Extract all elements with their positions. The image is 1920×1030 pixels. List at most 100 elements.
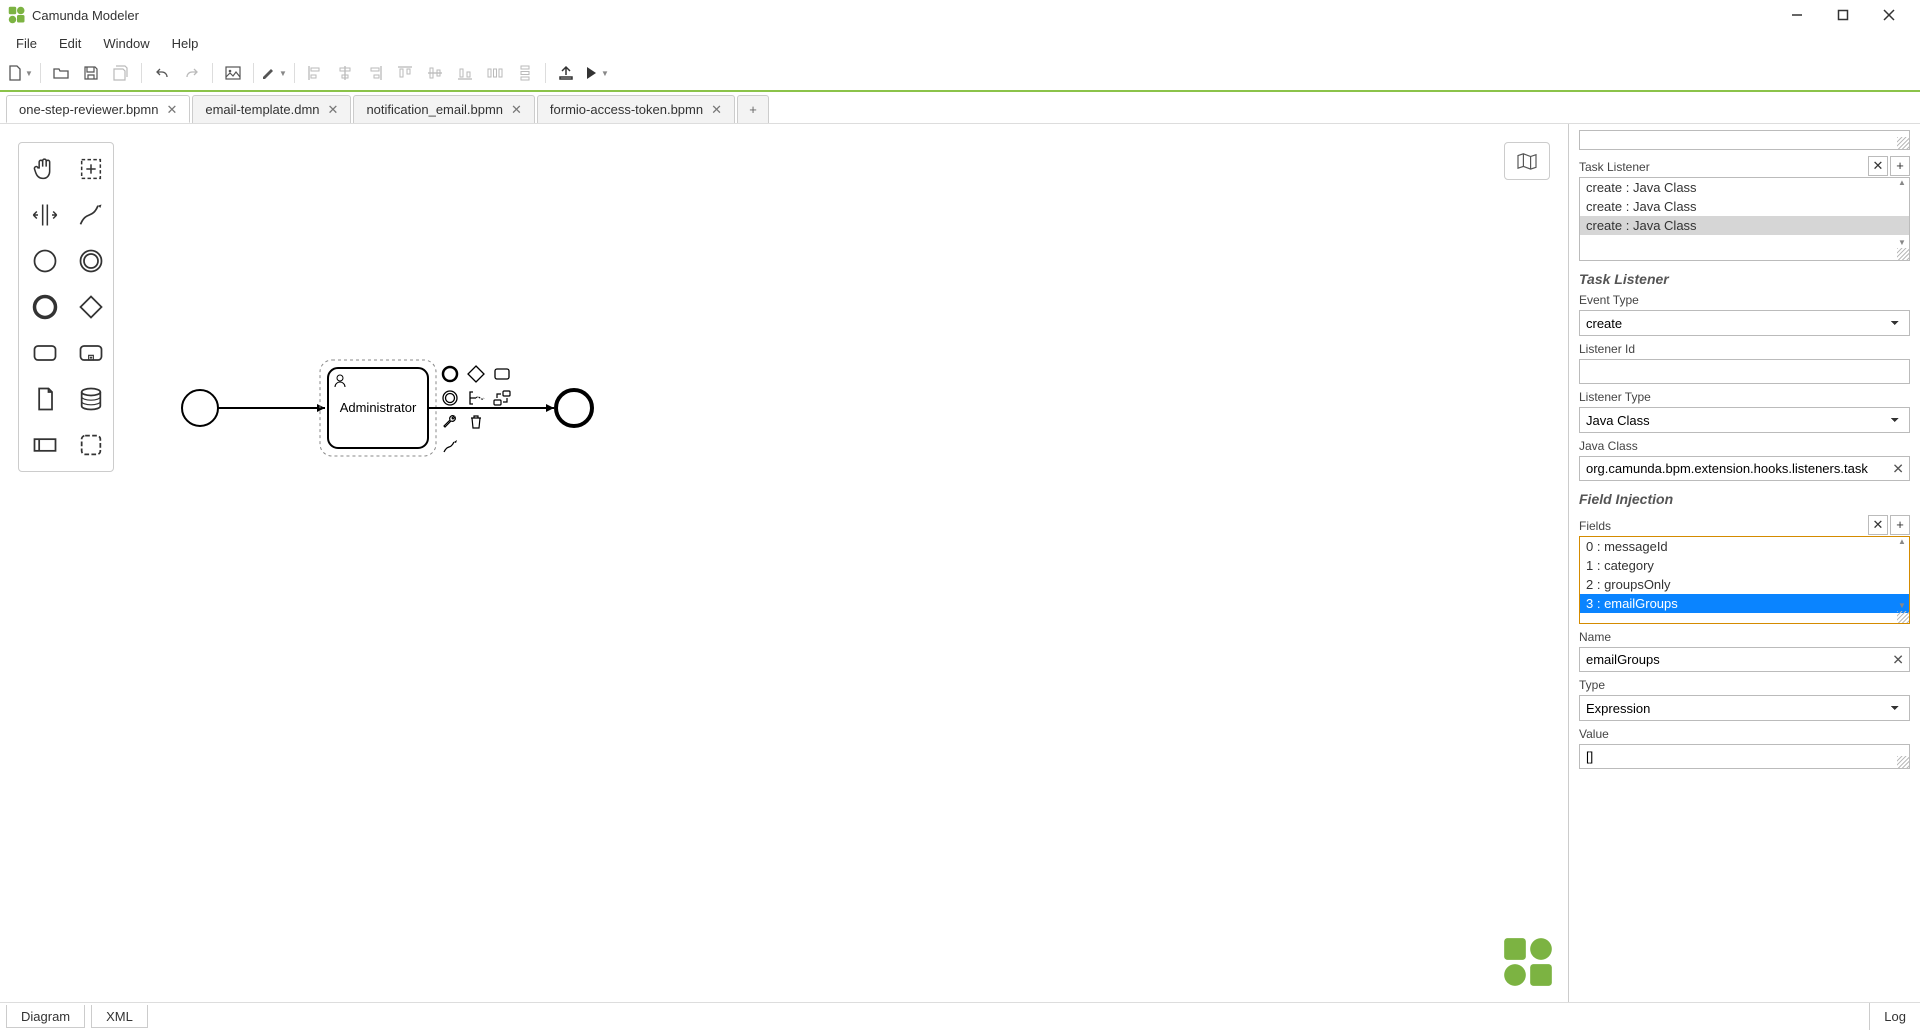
- hand-tool[interactable]: [25, 149, 65, 189]
- undo-button[interactable]: [148, 59, 176, 87]
- tab-one-step-reviewer[interactable]: one-step-reviewer.bpmn ✕: [6, 95, 190, 123]
- deploy-button[interactable]: [552, 59, 580, 87]
- remove-field-button[interactable]: ✕: [1868, 515, 1888, 535]
- field-name-input[interactable]: [1579, 647, 1910, 672]
- distribute-h-button[interactable]: [481, 59, 509, 87]
- window-minimize-button[interactable]: [1774, 0, 1820, 30]
- distribute-v-button[interactable]: [511, 59, 539, 87]
- resize-handle[interactable]: [1897, 137, 1909, 149]
- data-object-tool[interactable]: [25, 379, 65, 419]
- window-maximize-button[interactable]: [1820, 0, 1866, 30]
- lasso-tool[interactable]: [71, 149, 111, 189]
- open-file-button[interactable]: [47, 59, 75, 87]
- space-tool[interactable]: [25, 195, 65, 235]
- tab-email-template[interactable]: email-template.dmn ✕: [192, 95, 351, 123]
- minimap-toggle[interactable]: [1504, 142, 1550, 180]
- start-event-tool[interactable]: [25, 241, 65, 281]
- group-tool[interactable]: [71, 425, 111, 465]
- run-button[interactable]: ▼: [582, 59, 610, 87]
- list-item[interactable]: 1 : category: [1580, 556, 1909, 575]
- pool-tool[interactable]: [25, 425, 65, 465]
- remove-listener-button[interactable]: ✕: [1868, 156, 1888, 176]
- intermediate-event-tool[interactable]: [71, 241, 111, 281]
- app-title: Camunda Modeler: [32, 8, 139, 23]
- new-file-button[interactable]: ▼: [6, 59, 34, 87]
- add-listener-button[interactable]: +: [1890, 156, 1910, 176]
- list-item[interactable]: create : Java Class: [1580, 216, 1909, 235]
- listener-id-input[interactable]: [1579, 359, 1910, 384]
- list-item[interactable]: 2 : groupsOnly: [1580, 575, 1909, 594]
- tab-label: one-step-reviewer.bpmn: [19, 102, 158, 117]
- menu-edit[interactable]: Edit: [49, 33, 91, 54]
- align-right-button[interactable]: [361, 59, 389, 87]
- list-item[interactable]: create : Java Class: [1580, 197, 1909, 216]
- data-store-tool[interactable]: [71, 379, 111, 419]
- delete-element[interactable]: [466, 412, 486, 432]
- clear-name-button[interactable]: ✕: [1892, 651, 1904, 668]
- resize-handle[interactable]: [1897, 756, 1909, 768]
- menu-file[interactable]: File: [6, 33, 47, 54]
- listener-type-select[interactable]: Java Class: [1579, 407, 1910, 433]
- task-listener-list[interactable]: create : Java Class create : Java Class …: [1579, 177, 1910, 261]
- field-type-select[interactable]: Expression: [1579, 695, 1910, 721]
- color-button[interactable]: ▼: [260, 59, 288, 87]
- image-button[interactable]: [219, 59, 247, 87]
- gateway-tool[interactable]: [71, 287, 111, 327]
- save-button[interactable]: [77, 59, 105, 87]
- list-item[interactable]: 0 : messageId: [1580, 537, 1909, 556]
- field-name-label: Name: [1579, 630, 1910, 644]
- append-end-event[interactable]: [440, 364, 460, 384]
- event-type-select[interactable]: create: [1579, 310, 1910, 336]
- menu-window[interactable]: Window: [93, 33, 159, 54]
- tab-close-icon[interactable]: ✕: [711, 103, 722, 116]
- footer-tab-diagram[interactable]: Diagram: [6, 1005, 85, 1028]
- connect[interactable]: [440, 436, 460, 456]
- properties-panel-toggle[interactable]: Properties Panel: [1568, 364, 1569, 484]
- global-connect-tool[interactable]: [71, 195, 111, 235]
- footer-log-button[interactable]: Log: [1869, 1003, 1920, 1030]
- tab-label: notification_email.bpmn: [366, 102, 503, 117]
- menu-help[interactable]: Help: [162, 33, 209, 54]
- annotation[interactable]: [466, 388, 486, 408]
- append-gateway[interactable]: [466, 364, 486, 384]
- save-all-button[interactable]: [107, 59, 135, 87]
- canvas[interactable]: Administrator: [0, 124, 1568, 1002]
- task-label: Administrator: [340, 400, 417, 415]
- wrench-tool[interactable]: [440, 412, 460, 432]
- footer: Diagram XML Log: [0, 1002, 1920, 1030]
- tab-add-button[interactable]: +: [737, 95, 769, 123]
- align-center-button[interactable]: [331, 59, 359, 87]
- align-middle-button[interactable]: [421, 59, 449, 87]
- append-intermediate-event[interactable]: [440, 388, 460, 408]
- tab-notification-email[interactable]: notification_email.bpmn ✕: [353, 95, 534, 123]
- fields-list[interactable]: 0 : messageId 1 : category 2 : groupsOnl…: [1579, 536, 1910, 624]
- subprocess-tool[interactable]: [71, 333, 111, 373]
- java-class-input[interactable]: [1579, 456, 1910, 481]
- titlebar: Camunda Modeler: [0, 0, 1920, 30]
- footer-tab-xml[interactable]: XML: [91, 1005, 148, 1028]
- end-event-tool[interactable]: [25, 287, 65, 327]
- tab-formio-access-token[interactable]: formio-access-token.bpmn ✕: [537, 95, 735, 123]
- align-bottom-button[interactable]: [451, 59, 479, 87]
- field-type-label: Type: [1579, 678, 1910, 692]
- list-scrollbar[interactable]: ▲▼: [1895, 537, 1909, 610]
- align-left-button[interactable]: [301, 59, 329, 87]
- window-close-button[interactable]: [1866, 0, 1912, 30]
- align-top-button[interactable]: [391, 59, 419, 87]
- list-item[interactable]: create : Java Class: [1580, 178, 1909, 197]
- resize-handle[interactable]: [1897, 611, 1909, 623]
- tab-close-icon[interactable]: ✕: [328, 103, 339, 116]
- field-value-input[interactable]: [1579, 744, 1910, 769]
- append-task[interactable]: [492, 364, 512, 384]
- clear-java-class-button[interactable]: ✕: [1892, 460, 1904, 477]
- add-field-button[interactable]: +: [1890, 515, 1910, 535]
- resize-handle[interactable]: [1897, 248, 1909, 260]
- tab-close-icon[interactable]: ✕: [166, 103, 177, 116]
- tab-close-icon[interactable]: ✕: [511, 103, 522, 116]
- list-scrollbar[interactable]: ▲▼: [1895, 178, 1909, 247]
- top-truncated-input[interactable]: [1579, 130, 1910, 150]
- list-item[interactable]: 3 : emailGroups: [1580, 594, 1909, 613]
- task-tool[interactable]: [25, 333, 65, 373]
- change-type[interactable]: [492, 388, 512, 408]
- redo-button[interactable]: [178, 59, 206, 87]
